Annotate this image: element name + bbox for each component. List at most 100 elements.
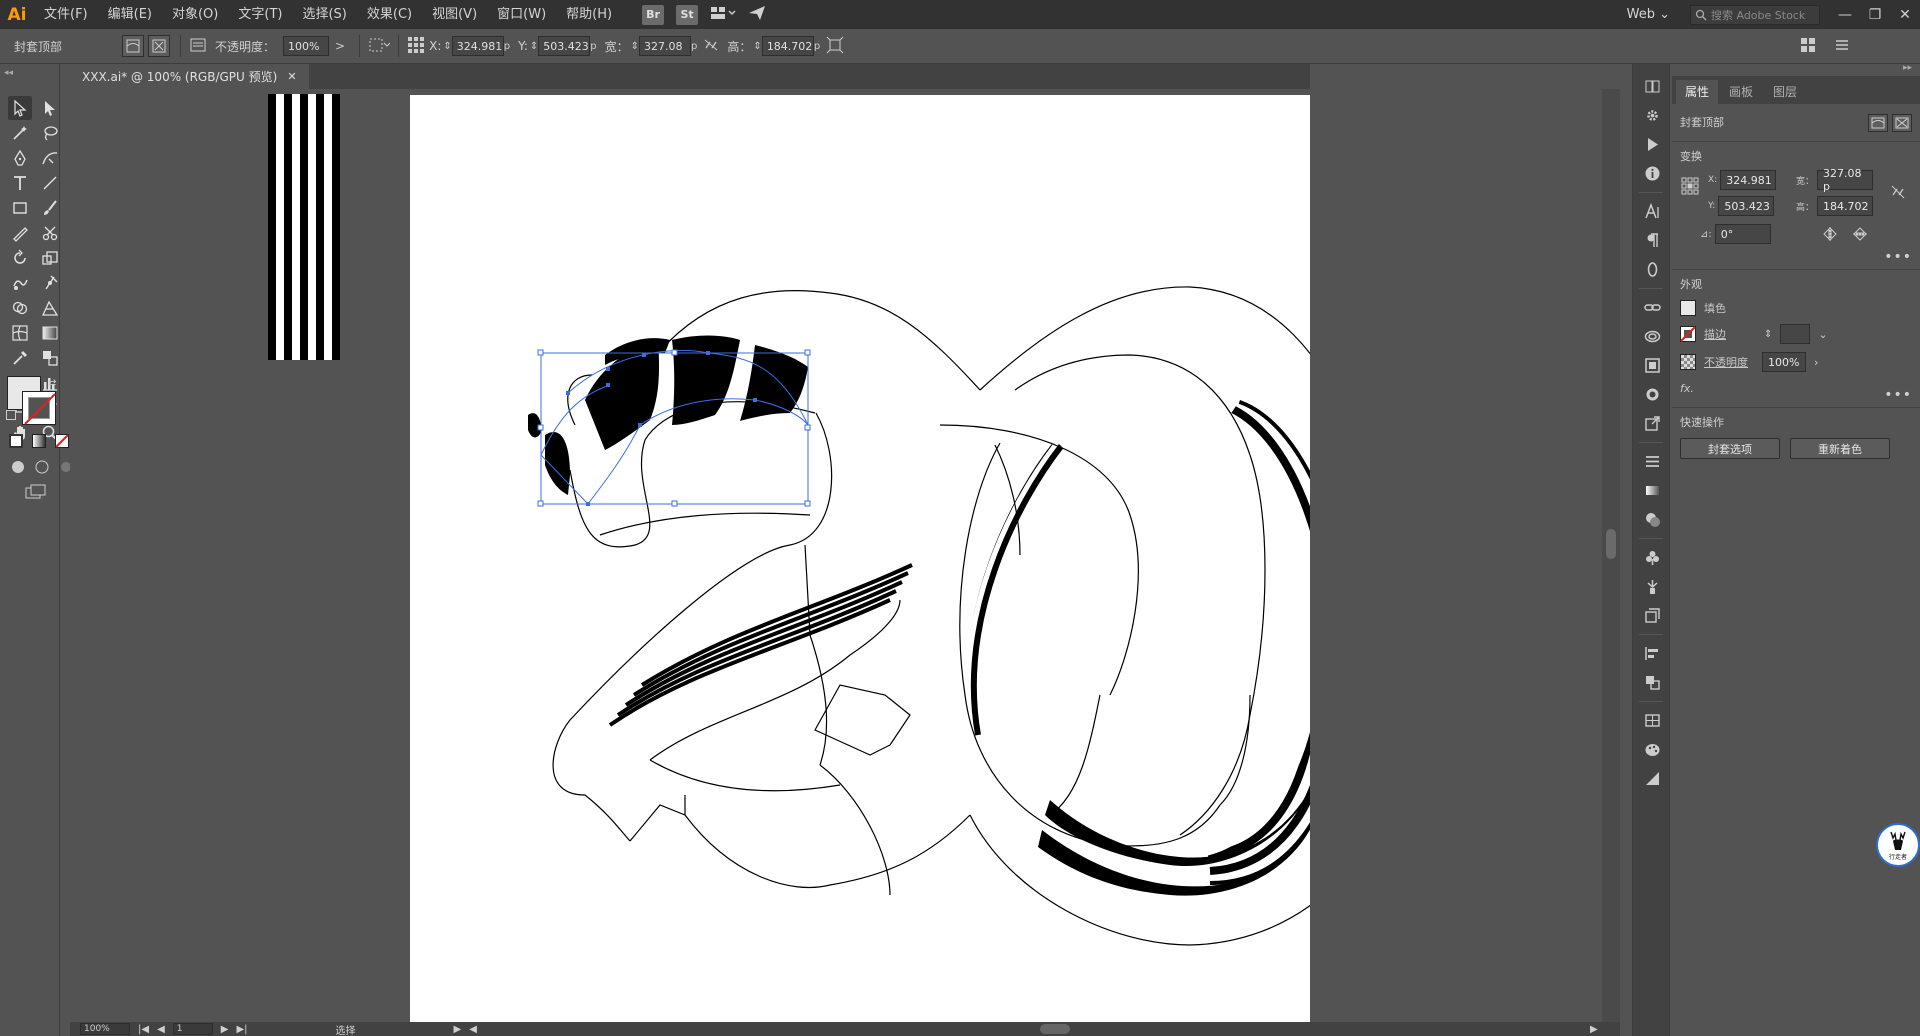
panel-edit-envelope-button[interactable]	[1868, 114, 1888, 132]
artboards-panel-icon[interactable]	[1633, 601, 1671, 630]
vertical-scrollbar[interactable]	[1602, 89, 1620, 1022]
stroke-swatch[interactable]	[22, 391, 56, 425]
flip-horizontal-icon[interactable]	[1822, 226, 1838, 245]
menu-object[interactable]: 对象(O)	[162, 0, 228, 29]
close-tab-icon[interactable]: ✕	[287, 70, 296, 83]
constrain-proportions-icon[interactable]	[703, 38, 719, 55]
line-segment-tool-icon[interactable]	[38, 171, 62, 195]
prev-artboard-button[interactable]: ◀	[157, 1024, 165, 1035]
envelope-options-icon[interactable]	[189, 37, 207, 56]
color-palette-icon[interactable]	[1633, 735, 1671, 764]
magic-wand-tool-icon[interactable]	[8, 121, 32, 145]
stroke-label[interactable]: 描边	[1704, 326, 1726, 342]
swatches-icon[interactable]	[1633, 706, 1671, 735]
stock-search-input[interactable]: 搜索 Adobe Stock	[1690, 4, 1820, 25]
align-icon[interactable]	[368, 37, 391, 56]
screen-mode-icon[interactable]	[25, 484, 47, 503]
swap-fill-stroke-icon[interactable]: ⇄	[48, 378, 56, 389]
menu-select[interactable]: 选择(S)	[292, 0, 356, 29]
fill-color-swatch[interactable]	[1680, 300, 1696, 316]
paintbrush-tool-icon[interactable]	[38, 196, 62, 220]
constrain-link-icon[interactable]	[1890, 184, 1906, 203]
workspace-switcher[interactable]: Web ⌄	[1617, 7, 1680, 22]
gradient-panel-icon[interactable]	[1633, 476, 1671, 505]
panel-menu-icon[interactable]	[1834, 37, 1850, 53]
scissors-tool-icon[interactable]	[38, 221, 62, 245]
scale-tool-icon[interactable]	[38, 246, 62, 270]
appearance-opacity-label[interactable]: 不透明度	[1704, 354, 1748, 370]
restore-button[interactable]: ❐	[1860, 0, 1890, 29]
shaper-tool-icon[interactable]	[8, 221, 32, 245]
envelope-options-button[interactable]: 封套选项	[1680, 438, 1780, 459]
reference-point-icon[interactable]	[407, 36, 425, 57]
stroke-weight-input[interactable]	[1780, 324, 1811, 344]
opacity-arrow-icon[interactable]: ›	[1814, 356, 1818, 369]
menu-help[interactable]: 帮助(H)	[556, 0, 622, 29]
cc-libraries-icon[interactable]	[1633, 322, 1671, 351]
perspective-grid-tool-icon[interactable]	[38, 296, 62, 320]
color-guide-icon[interactable]	[1633, 764, 1671, 793]
opentype-icon[interactable]	[1633, 255, 1671, 284]
draw-behind-icon[interactable]	[34, 459, 50, 475]
mesh-tool-icon[interactable]	[8, 321, 32, 345]
panel-edit-contents-button[interactable]	[1892, 114, 1912, 132]
default-fill-stroke-icon[interactable]	[6, 410, 16, 420]
scroll-left-button[interactable]: ◀	[469, 1024, 477, 1035]
menu-edit[interactable]: 编辑(E)	[98, 0, 162, 29]
stock-button[interactable]: St	[676, 4, 699, 25]
width-stepper-icon[interactable]: ⇕	[631, 41, 639, 52]
character-icon[interactable]	[1633, 197, 1671, 226]
stroke-weight-dropdown-icon[interactable]: ⌄	[1818, 328, 1827, 341]
libraries-icon[interactable]	[1633, 72, 1671, 101]
links-icon[interactable]	[1633, 293, 1671, 322]
menu-type[interactable]: 文字(T)	[228, 0, 292, 29]
height-stepper-icon[interactable]: ⇕	[753, 41, 761, 52]
horizontal-scroll-thumb[interactable]	[1040, 1024, 1070, 1034]
align-panel-icon[interactable]	[1633, 639, 1671, 668]
stroke-color-swatch[interactable]	[1680, 326, 1696, 342]
transform-reference-point-icon[interactable]	[1681, 177, 1699, 198]
arrange-documents-icon[interactable]	[710, 5, 736, 24]
transform-each-icon[interactable]	[826, 36, 844, 57]
panel-layout-icon[interactable]	[1800, 37, 1816, 53]
paragraph-icon[interactable]	[1633, 226, 1671, 255]
recolor-button[interactable]: 重新着色	[1790, 438, 1890, 459]
zoom-level-field[interactable]: 100%	[80, 1023, 130, 1035]
menu-view[interactable]: 视图(V)	[422, 0, 487, 29]
export-icon[interactable]	[1633, 409, 1671, 438]
opacity-arrow-icon[interactable]: >	[329, 39, 351, 53]
opacity-input[interactable]: 100%	[283, 36, 330, 56]
blend-tool-icon[interactable]	[38, 346, 62, 370]
symbols-club-icon[interactable]	[1633, 543, 1671, 572]
rotate-angle-input[interactable]: 0°	[1714, 224, 1771, 244]
transform-width-input[interactable]: 327.08 p	[1817, 167, 1874, 193]
gradient-mode-icon[interactable]	[32, 434, 46, 448]
next-artboard-button[interactable]: ▶	[221, 1024, 229, 1035]
y-input[interactable]: 503.423	[538, 36, 591, 56]
width-input[interactable]: 327.08	[639, 36, 692, 56]
transform-y-input[interactable]: 503.423	[1718, 196, 1775, 216]
flip-vertical-icon[interactable]	[1852, 226, 1868, 245]
type-tool-icon[interactable]	[8, 171, 32, 195]
height-input[interactable]: 184.702	[761, 36, 814, 56]
collapse-toolbar-icon[interactable]: ◂◂	[4, 68, 13, 78]
transform-x-input[interactable]: 324.981	[1720, 170, 1777, 190]
status-play-icon[interactable]: ▶	[454, 1024, 462, 1035]
first-artboard-button[interactable]: |◀	[138, 1024, 149, 1035]
properties-gear-icon[interactable]	[1633, 101, 1671, 130]
edit-contents-button[interactable]	[148, 35, 171, 57]
appearance-opacity-input[interactable]: 100%	[1762, 352, 1806, 372]
shape-builder-tool-icon[interactable]	[8, 296, 32, 320]
actions-play-icon[interactable]	[1633, 130, 1671, 159]
menu-file[interactable]: 文件(F)	[34, 0, 98, 29]
menu-window[interactable]: 窗口(W)	[487, 0, 556, 29]
menu-effect[interactable]: 效果(C)	[357, 0, 422, 29]
curvature-tool-icon[interactable]	[38, 146, 62, 170]
info-icon[interactable]	[1633, 159, 1671, 188]
warp-tool-icon[interactable]	[8, 271, 32, 295]
y-stepper-icon[interactable]: ⇕	[530, 41, 538, 52]
canvas-area[interactable]	[70, 89, 1310, 1022]
tab-properties[interactable]: 属性	[1676, 80, 1719, 104]
puppet-warp-tool-icon[interactable]	[38, 271, 62, 295]
last-artboard-button[interactable]: ▶|	[236, 1024, 247, 1035]
